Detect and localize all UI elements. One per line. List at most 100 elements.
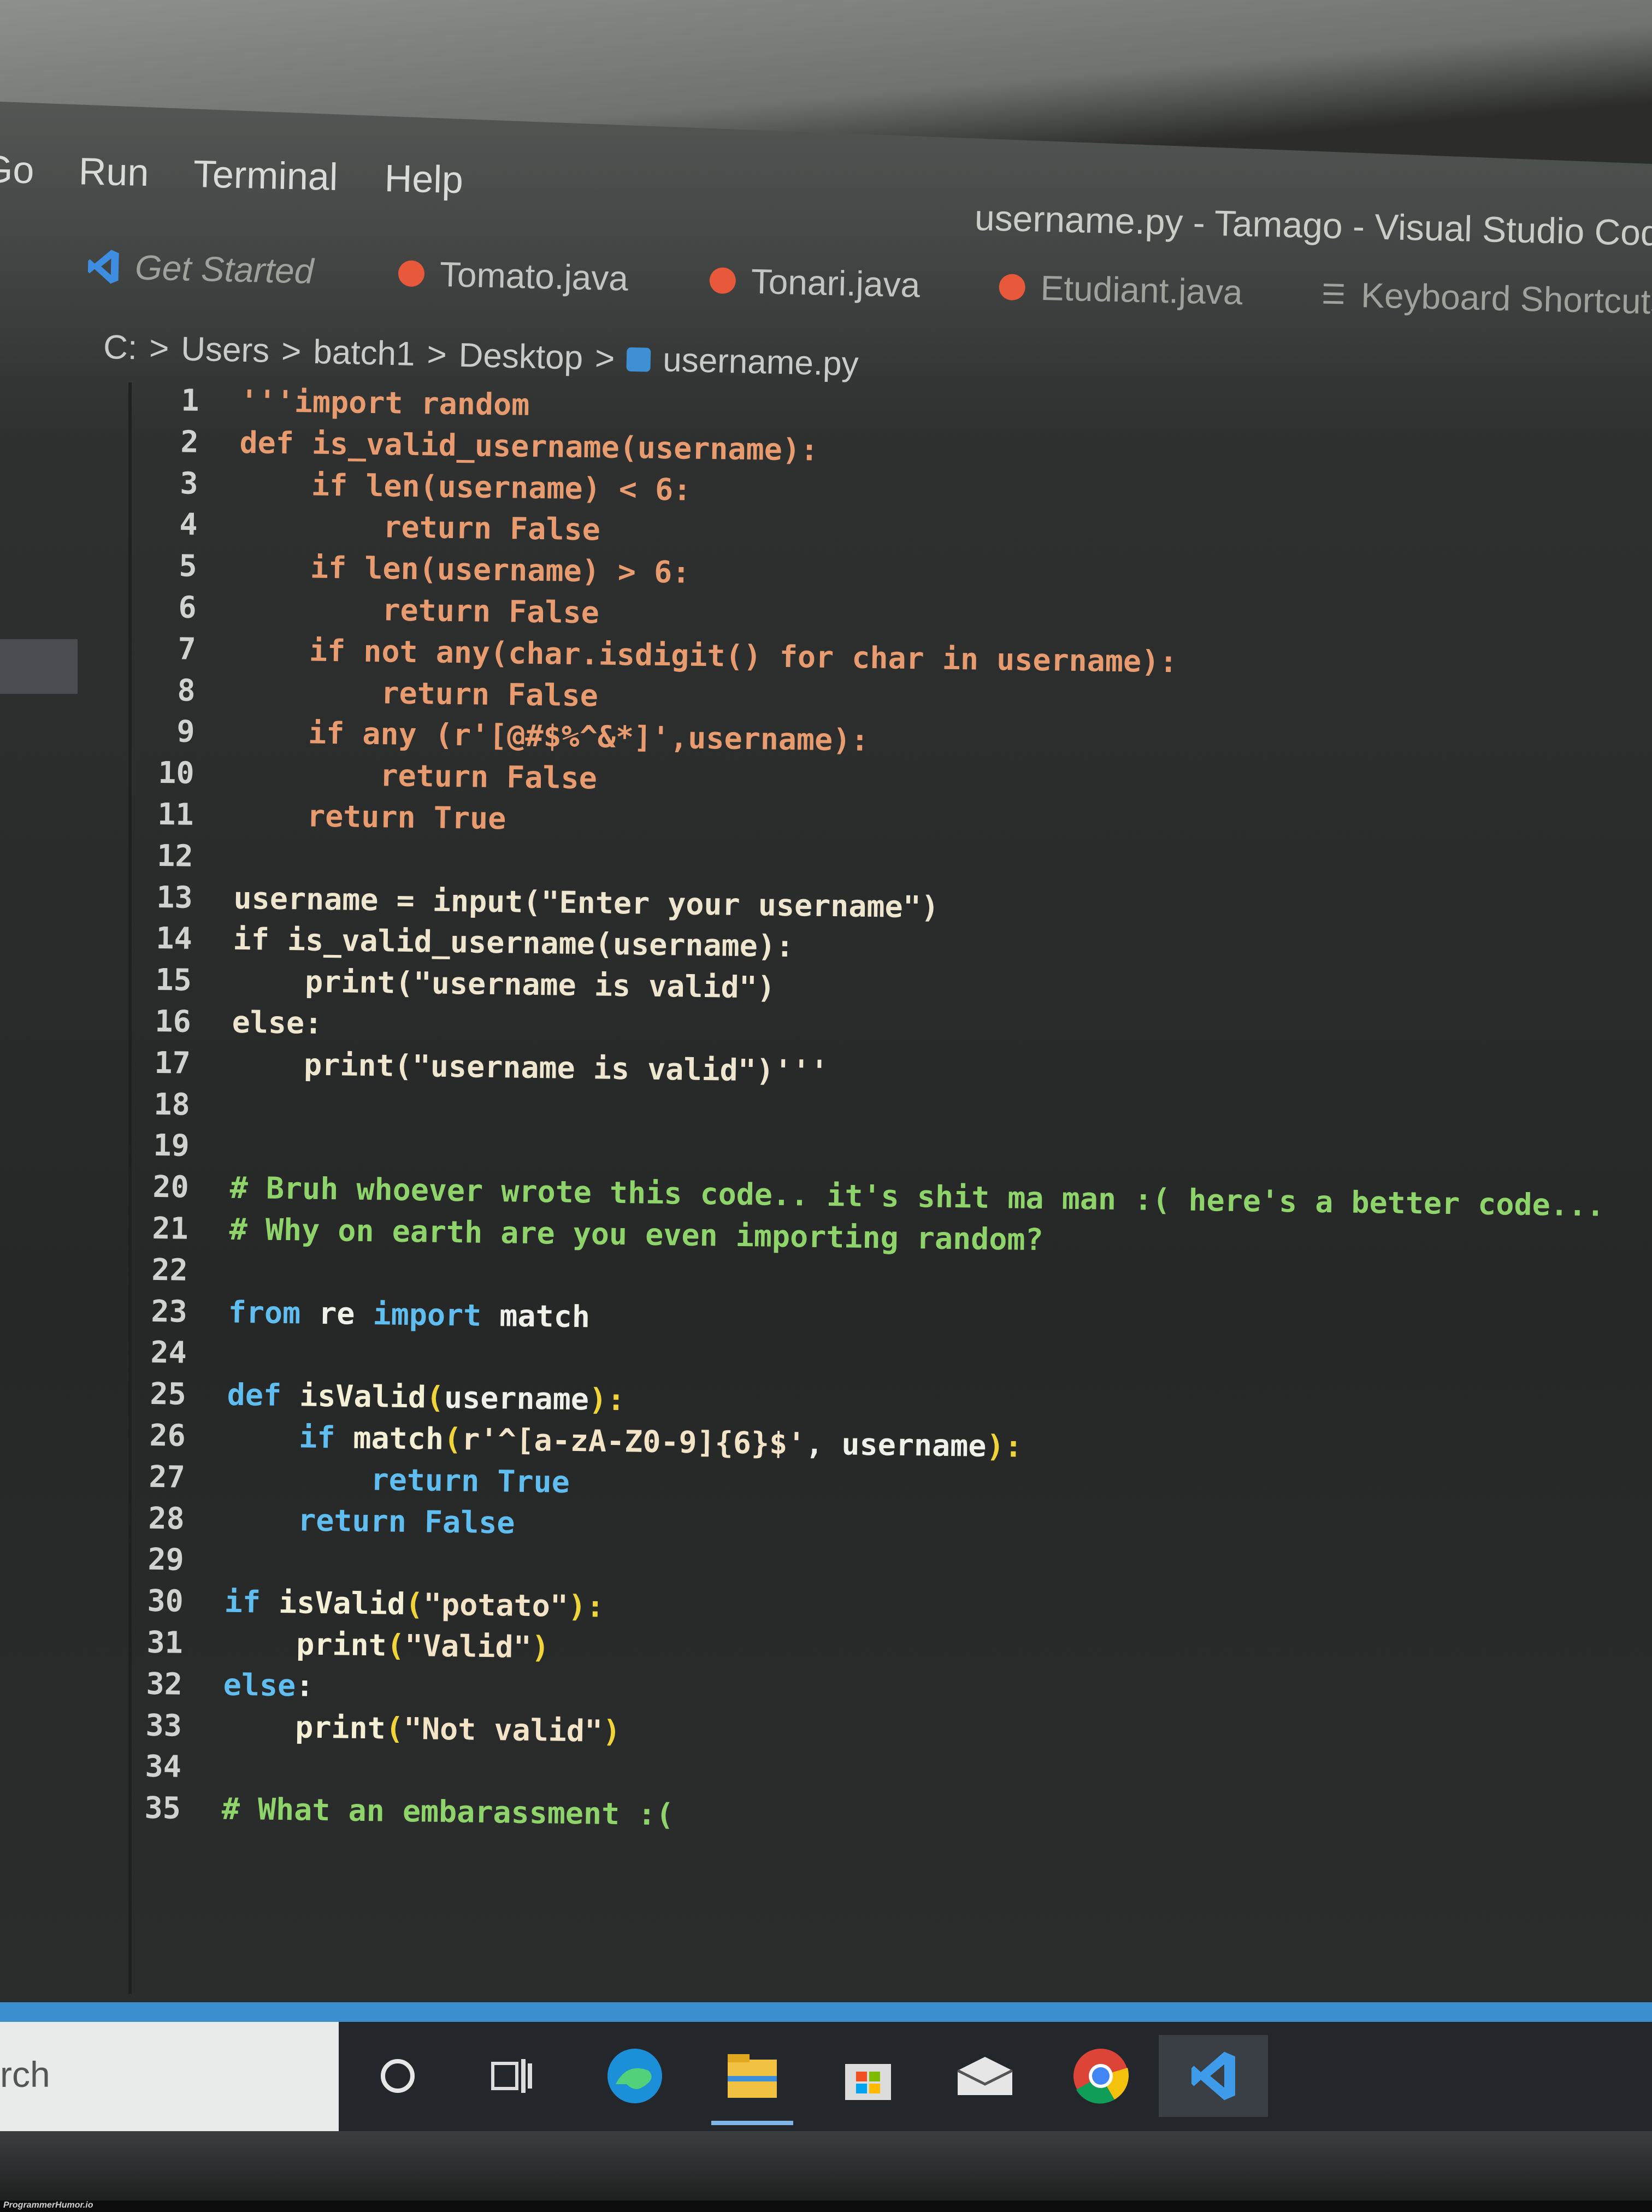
breadcrumb-desktop[interactable]: Desktop <box>458 336 583 377</box>
code-token: re <box>300 1295 374 1331</box>
tab-label: Get Started <box>134 247 315 291</box>
code-token: isValid <box>260 1584 406 1622</box>
code-token: if <box>224 1584 261 1620</box>
cortana-icon[interactable] <box>365 2043 430 2109</box>
menu-help[interactable]: Help <box>384 156 464 202</box>
mail-icon[interactable] <box>952 2043 1018 2109</box>
line-number: 35 <box>144 1790 181 1826</box>
code-token: if is_valid_username(username): <box>233 922 794 964</box>
tab-tonari-java[interactable]: Tonari.java <box>709 260 921 305</box>
code-token: ( <box>443 1421 462 1457</box>
code-token: else <box>223 1667 296 1703</box>
file-explorer-icon[interactable] <box>719 2043 785 2109</box>
watermark-text: ProgrammerHumor.io <box>3 2201 93 2210</box>
line-number: 28 <box>148 1500 185 1536</box>
code-token: return False <box>235 756 598 796</box>
code-token: ): <box>588 1382 626 1418</box>
code-token: , username <box>805 1426 987 1464</box>
line-number: 1 <box>181 382 199 418</box>
tab-get-started[interactable]: Get Started <box>86 246 314 291</box>
code-token: if len(username) > 6: <box>238 548 691 590</box>
code-token: match <box>335 1420 444 1456</box>
breadcrumb-batch1[interactable]: batch1 <box>313 333 416 374</box>
vscode-icon <box>1191 2051 1235 2101</box>
code-token: if any (r'[@#$%^&*]',username): <box>235 715 869 758</box>
line-number: 10 <box>157 755 195 791</box>
line-text: if is_valid_username(username): <box>233 922 794 964</box>
line-number: 31 <box>146 1624 184 1660</box>
line-number: 9 <box>176 713 196 750</box>
task-view-icon[interactable] <box>480 2043 545 2109</box>
line-text: return False <box>225 1501 515 1540</box>
code-token: ( <box>405 1586 424 1622</box>
line-number: 8 <box>177 672 196 708</box>
line-number: 2 <box>180 424 199 459</box>
chrome-icon[interactable] <box>1068 2043 1134 2109</box>
code-token: from <box>228 1294 301 1331</box>
line-text: if not any(char.isdigit() for char in us… <box>237 632 1178 679</box>
line-text: else: <box>223 1667 314 1703</box>
code-token: ( <box>426 1379 445 1415</box>
code-token: r'^[a-zA-Z0-9]{6}$' <box>461 1421 806 1461</box>
line-number: 17 <box>154 1045 191 1081</box>
edge-icon[interactable] <box>602 2043 668 2109</box>
menu-go[interactable]: Go <box>0 147 34 192</box>
code-editor[interactable]: 1 '''import random 2 def is_valid_username(… <box>0 380 1652 2013</box>
breadcrumb-users[interactable]: Users <box>181 329 270 370</box>
code-token: ) <box>602 1713 621 1749</box>
breadcrumb-separator: > <box>426 335 447 374</box>
code-token: # What an embarassment :( <box>221 1791 675 1832</box>
taskbar-search-box[interactable]: rch <box>0 2022 339 2131</box>
line-number: 27 <box>149 1459 186 1495</box>
line-number: 25 <box>150 1376 187 1412</box>
line-number: 29 <box>148 1542 185 1578</box>
line-number: 13 <box>156 879 193 915</box>
tab-etudiant-java[interactable]: Etudiant.java <box>999 267 1243 312</box>
code-token: print("username is valid") <box>232 963 776 1005</box>
line-number: 7 <box>178 631 197 666</box>
code-token: import <box>373 1296 482 1333</box>
line-number: 5 <box>179 548 198 584</box>
code-token: ( <box>386 1627 405 1663</box>
line-number: 15 <box>155 962 192 998</box>
line-number: 19 <box>153 1128 190 1164</box>
code-token: "Valid" <box>404 1627 532 1665</box>
line-number: 12 <box>157 837 194 874</box>
line-text: # Why on earth are you even importing ra… <box>229 1212 1043 1257</box>
code-token: return False <box>236 673 599 713</box>
line-number: 34 <box>145 1749 182 1785</box>
menu-terminal[interactable]: Terminal <box>193 152 338 199</box>
code-token: "Not valid" <box>403 1710 603 1749</box>
vscode-taskbar-icon[interactable] <box>1159 2035 1268 2117</box>
line-number: 21 <box>152 1210 189 1246</box>
tab-tomato-java[interactable]: Tomato.java <box>398 253 629 299</box>
code-token: if <box>298 1419 335 1455</box>
code-token: def is_valid_username(username): <box>239 424 819 468</box>
line-text: return False <box>236 673 598 713</box>
code-token: return False <box>237 590 600 630</box>
line-number: 16 <box>155 1003 192 1039</box>
breadcrumb-file[interactable]: username.py <box>663 340 859 384</box>
breadcrumb-drive[interactable]: C: <box>103 328 138 367</box>
tab-keyboard-shortcuts[interactable]: ☰ Keyboard Shortcuts <box>1321 274 1652 322</box>
code-token: else: <box>232 1004 323 1041</box>
code-token: if len(username) < 6: <box>239 466 692 508</box>
line-number: 6 <box>178 589 197 625</box>
line-text: print("Valid") <box>223 1626 550 1665</box>
store-icon[interactable] <box>835 2043 901 2109</box>
line-number: 32 <box>146 1666 183 1702</box>
code-token: match <box>481 1297 591 1334</box>
tab-label: Tomato.java <box>439 254 629 298</box>
tab-label: Etudiant.java <box>1040 268 1243 312</box>
line-text: # What an embarassment :( <box>221 1791 674 1832</box>
menu-run[interactable]: Run <box>78 149 149 194</box>
code-token: ( <box>385 1710 404 1746</box>
code-token: : <box>295 1668 314 1703</box>
line-text: print("username is valid") <box>232 963 776 1005</box>
line-number: 26 <box>149 1417 186 1453</box>
line-text: return False <box>235 756 598 796</box>
tab-label: Keyboard Shortcuts <box>1360 275 1652 322</box>
line-text: if any (r'[@#$%^&*]',username): <box>235 715 869 758</box>
status-bar <box>0 2002 1652 2022</box>
